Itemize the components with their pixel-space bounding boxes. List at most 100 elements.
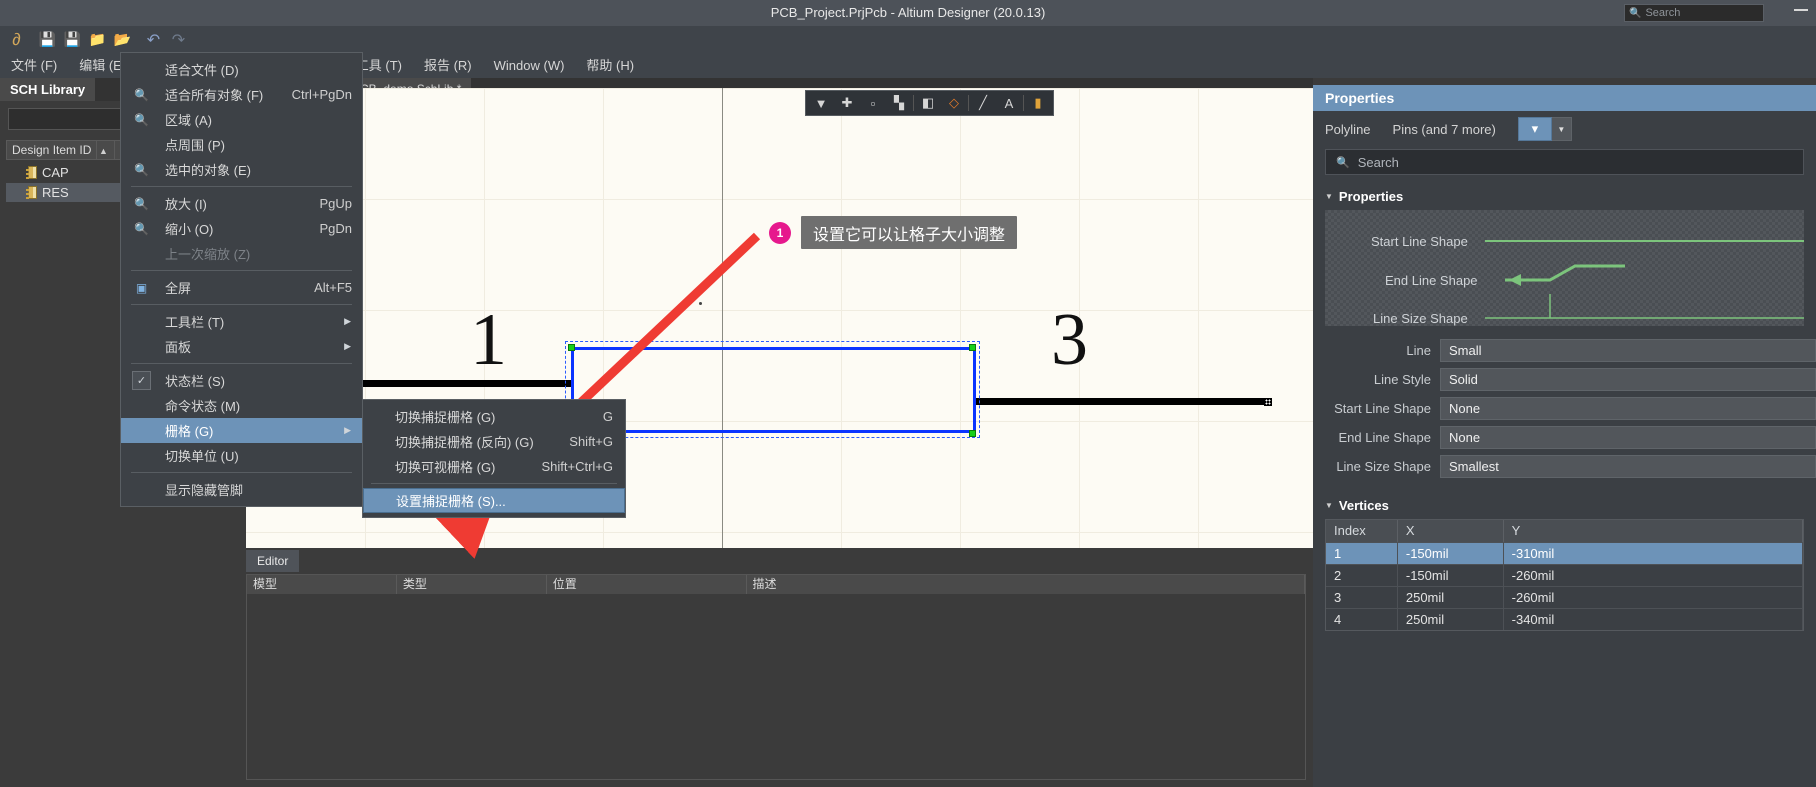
- vertex-y[interactable]: -260mil: [1503, 586, 1803, 608]
- pin-wire-left[interactable]: [361, 380, 573, 387]
- property-value-line-size-shape[interactable]: Smallest: [1440, 455, 1816, 478]
- menu-item-toolbars[interactable]: 工具栏 (T) ▶: [121, 309, 362, 334]
- menu-reports[interactable]: 报告 (R): [413, 53, 483, 78]
- align-left-icon[interactable]: ▚: [886, 92, 912, 114]
- column-x[interactable]: X: [1398, 520, 1504, 542]
- rotate-icon[interactable]: ◇: [941, 92, 967, 114]
- column-y[interactable]: Y: [1504, 520, 1803, 542]
- table-row[interactable]: 3 250mil -260mil: [1326, 586, 1803, 608]
- menu-item-label: 面板: [165, 340, 192, 355]
- menu-item-fit-document[interactable]: 适合文件 (D): [121, 57, 362, 82]
- section-properties-header[interactable]: ▼ Properties: [1325, 189, 1816, 204]
- column-position[interactable]: 位置: [547, 575, 747, 594]
- open-document-icon[interactable]: 📂: [110, 28, 135, 51]
- submenu-item-toggle-snap-grid-reverse[interactable]: 切换捕捉栅格 (反向) (G) Shift+G: [363, 429, 625, 454]
- submenu-item-toggle-snap-grid[interactable]: 切换捕捉栅格 (G) G: [363, 404, 625, 429]
- application-window: PCB_Project.PrjPcb - Altium Designer (20…: [0, 0, 1816, 787]
- vertex-x[interactable]: -150mil: [1397, 542, 1504, 564]
- menu-item-label: 缩小 (O): [165, 222, 214, 237]
- menu-item-fullscreen[interactable]: ▣ 全屏 Alt+F5: [121, 275, 362, 300]
- collapse-triangle-icon: ▼: [1325, 501, 1333, 510]
- crosshair-icon[interactable]: ✚: [834, 92, 860, 114]
- select-rect-icon[interactable]: ▫: [860, 92, 886, 114]
- menu-item-area[interactable]: 🔍 区域 (A): [121, 107, 362, 132]
- column-description[interactable]: 描述: [747, 575, 1305, 594]
- property-value-start-line-shape[interactable]: None: [1440, 397, 1816, 420]
- submenu-separator: [371, 483, 617, 484]
- menu-item-panels[interactable]: 面板 ▶: [121, 334, 362, 359]
- table-row[interactable]: 4 250mil -340mil: [1326, 608, 1803, 630]
- menu-window[interactable]: Window (W): [483, 53, 576, 78]
- submenu-item-shortcut: Shift+Ctrl+G: [541, 459, 613, 474]
- vertex-handle[interactable]: [969, 344, 976, 351]
- section-vertices-header[interactable]: ▼ Vertices: [1325, 498, 1816, 513]
- property-label-start-line-shape: Start Line Shape: [1334, 401, 1431, 416]
- object-scope-label[interactable]: Pins (and 7 more): [1393, 122, 1496, 137]
- menu-file[interactable]: 文件 (F): [0, 53, 68, 78]
- menu-item-command-status[interactable]: 命令状态 (M): [121, 393, 362, 418]
- save-all-icon[interactable]: 💾: [60, 28, 85, 51]
- vertex-handle[interactable]: [568, 344, 575, 351]
- title-bar: PCB_Project.PrjPcb - Altium Designer (20…: [0, 0, 1816, 26]
- line-icon[interactable]: ╱: [970, 92, 996, 114]
- table-row[interactable]: 2 -150mil -260mil: [1326, 564, 1803, 586]
- vertex-index: 1: [1326, 542, 1398, 564]
- pin-number-label: 3: [1051, 299, 1088, 381]
- vertex-y[interactable]: -340mil: [1503, 608, 1803, 630]
- property-value-line-style[interactable]: Solid: [1440, 368, 1816, 391]
- save-icon[interactable]: 💾: [35, 28, 60, 51]
- column-design-item-id[interactable]: Design Item ID: [7, 141, 97, 159]
- column-type[interactable]: 类型: [397, 575, 547, 594]
- submenu-item-label: 切换捕捉栅格 (反向) (G): [395, 435, 534, 450]
- sort-asc-icon[interactable]: ▲: [97, 141, 115, 159]
- vertex-x[interactable]: -150mil: [1397, 564, 1504, 586]
- property-row-line-style: Line Style Solid: [1313, 365, 1816, 394]
- table-row[interactable]: 1 -150mil -310mil: [1326, 542, 1803, 564]
- minimize-icon[interactable]: [1794, 9, 1808, 11]
- color-icon[interactable]: ▮: [1025, 92, 1051, 114]
- property-value-end-line-shape[interactable]: None: [1440, 426, 1816, 449]
- vertex-handle[interactable]: [969, 430, 976, 437]
- filter-icon[interactable]: ▼: [808, 92, 834, 114]
- submenu-item-toggle-visible-grid[interactable]: 切换可视栅格 (G) Shift+Ctrl+G: [363, 454, 625, 479]
- vertex-y[interactable]: -260mil: [1503, 564, 1803, 586]
- menu-item-toggle-units[interactable]: 切换单位 (U): [121, 443, 362, 468]
- chevron-down-icon[interactable]: ▼: [1551, 117, 1572, 141]
- menu-item-zoom-out[interactable]: 🔍 缩小 (O) PgDn: [121, 216, 362, 241]
- pin-wire-right[interactable]: [976, 398, 1266, 405]
- menu-item-show-hidden-pins[interactable]: 显示隐藏管脚: [121, 477, 362, 502]
- undo-icon[interactable]: ↶: [141, 28, 166, 51]
- altium-logo-icon: ∂: [12, 29, 21, 49]
- menu-item-status-bar[interactable]: ✓ 状态栏 (S): [121, 368, 362, 393]
- column-index[interactable]: Index: [1326, 520, 1398, 542]
- menu-item-label: 适合所有对象 (F): [165, 88, 264, 103]
- property-label-line-size-shape: Line Size Shape: [1336, 459, 1431, 474]
- menu-item-selected-objects[interactable]: 🔍 选中的对象 (E): [121, 157, 362, 182]
- submenu-item-label: 切换捕捉栅格 (G): [395, 410, 496, 425]
- menu-help[interactable]: 帮助 (H): [575, 53, 645, 78]
- vertex-x[interactable]: 250mil: [1397, 586, 1504, 608]
- menu-item-around-point[interactable]: 点周围 (P): [121, 132, 362, 157]
- tab-editor[interactable]: Editor: [246, 550, 300, 572]
- properties-search-input[interactable]: 🔍 Search: [1325, 149, 1804, 175]
- sch-library-tab[interactable]: SCH Library: [0, 78, 96, 101]
- menu-item-fit-all-objects[interactable]: 🔍 适合所有对象 (F) Ctrl+PgDn: [121, 82, 362, 107]
- menu-item-zoom-in[interactable]: 🔍 放大 (I) PgUp: [121, 191, 362, 216]
- global-search-input[interactable]: 🔍 Search: [1624, 4, 1764, 22]
- mirror-icon[interactable]: ◧: [915, 92, 941, 114]
- filter-icon[interactable]: ▾: [1517, 117, 1552, 141]
- checkmark-icon: ✓: [132, 371, 151, 390]
- wire-end-handle[interactable]: [1264, 398, 1272, 406]
- menu-item-grid[interactable]: 栅格 (G) ▶: [121, 418, 362, 443]
- column-model[interactable]: 模型: [247, 575, 397, 594]
- submenu-item-set-snap-grid[interactable]: 设置捕捉栅格 (S)...: [363, 488, 625, 513]
- open-folder-icon[interactable]: 📁: [85, 28, 110, 51]
- view-dropdown-menu: 适合文件 (D) 🔍 适合所有对象 (F) Ctrl+PgDn 🔍 区域 (A)…: [120, 52, 363, 507]
- property-value-line[interactable]: Small: [1440, 339, 1816, 362]
- vertex-y[interactable]: -310mil: [1503, 542, 1803, 564]
- redo-icon[interactable]: ↷: [166, 28, 191, 51]
- menu-item-label: 点周围 (P): [165, 138, 225, 153]
- submenu-item-label: 设置捕捉栅格 (S)...: [396, 494, 506, 509]
- vertex-x[interactable]: 250mil: [1397, 608, 1504, 630]
- text-icon[interactable]: A: [996, 92, 1022, 114]
